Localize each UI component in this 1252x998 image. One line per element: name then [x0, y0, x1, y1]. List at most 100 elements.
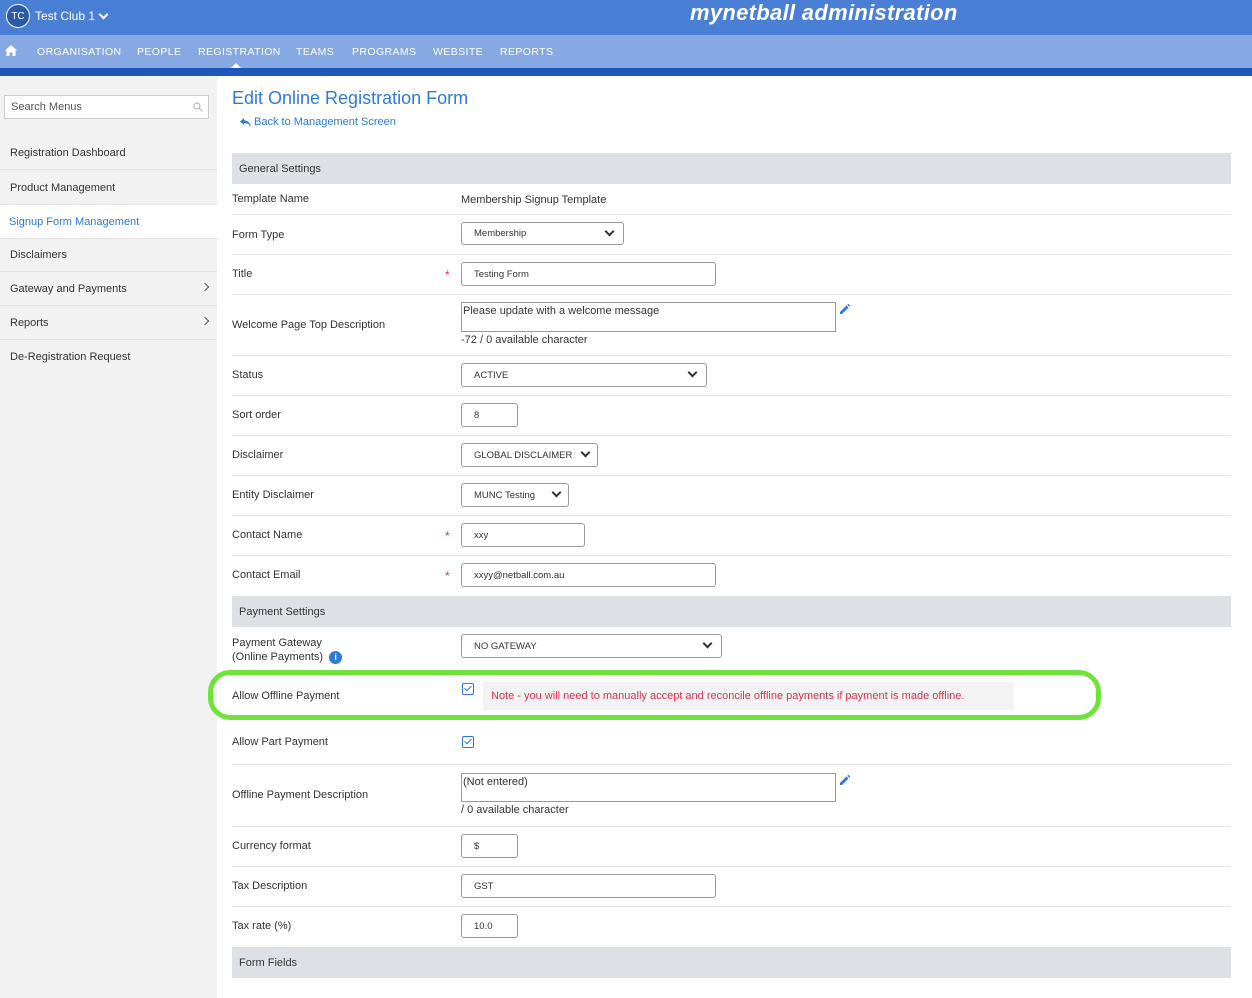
row-currency-format: Currency format $	[232, 827, 1231, 867]
nav-website[interactable]: WEBSITE	[433, 46, 483, 58]
sidebar-item-label: Reports	[10, 316, 49, 329]
field-label: Status	[232, 369, 264, 381]
main-nav: ORGANISATION PEOPLE REGISTRATION TEAMS P…	[0, 35, 1252, 68]
nav-reports[interactable]: REPORTS	[500, 46, 553, 58]
tax-rate-input[interactable]: 10.0	[461, 914, 518, 938]
required-marker: *	[445, 569, 450, 583]
row-title: Title * Testing Form	[232, 255, 1231, 295]
input-value: 8	[474, 409, 480, 421]
status-select[interactable]: ACTIVE	[461, 363, 707, 387]
club-switcher[interactable]: TC Test Club 1	[6, 4, 109, 28]
chevron-right-icon	[200, 316, 210, 326]
page-title: Edit Online Registration Form	[232, 88, 469, 108]
entity-disclaimer-select[interactable]: MUNC Testing	[461, 483, 569, 507]
home-icon[interactable]	[5, 45, 17, 56]
field-label: Disclaimer	[232, 449, 284, 461]
sidebar-item-reports[interactable]: Reports	[0, 306, 217, 340]
search-input[interactable]: Search Menus	[4, 95, 209, 119]
select-value: MUNC Testing	[474, 489, 536, 501]
field-label: Currency format	[232, 840, 311, 852]
field-label: Contact Email	[232, 569, 301, 581]
top-bar: TC Test Club 1 mynetball administration	[0, 0, 1252, 35]
pencil-icon[interactable]	[839, 774, 851, 786]
currency-format-input[interactable]: $	[461, 834, 518, 858]
nav-programs[interactable]: PROGRAMS	[352, 46, 416, 58]
gateway-label-line1: Payment Gateway	[232, 637, 322, 649]
disclaimer-select[interactable]: GLOBAL DISCLAIMER	[461, 443, 598, 467]
sidebar-item-deregistration[interactable]: De-Registration Request	[0, 340, 217, 374]
input-value: $	[474, 840, 480, 852]
textarea-value: Please update with a welcome message	[463, 305, 660, 317]
section-general-settings: General Settings	[232, 153, 1231, 184]
row-tax-description: Tax Description GST	[232, 867, 1231, 907]
field-label: Form Type	[232, 229, 285, 241]
pencil-icon[interactable]	[839, 303, 851, 315]
contact-name-input[interactable]: xxy	[461, 523, 585, 547]
chevron-down-icon	[580, 447, 591, 458]
payment-gateway-select[interactable]: NO GATEWAY	[461, 634, 722, 658]
brand-title: mynetball administration	[690, 0, 958, 25]
chevron-down-icon	[551, 487, 562, 498]
sidebar-item-label: Signup Form Management	[9, 215, 140, 228]
field-label: Welcome Page Top Description	[232, 319, 386, 331]
row-sort-order: Sort order 8	[232, 396, 1231, 436]
section-form-fields: Form Fields	[232, 947, 1231, 978]
chevron-down-icon	[604, 226, 615, 236]
sidebar-item-gateway-payments[interactable]: Gateway and Payments	[0, 272, 217, 306]
row-template-name: Template Name Membership Signup Template	[232, 184, 1231, 215]
row-offline-payment-description: Offline Payment Description (Not entered…	[232, 765, 1231, 827]
offline-desc-char-counter: / 0 available character	[461, 804, 569, 816]
field-label: Title	[232, 268, 253, 280]
nav-organisation[interactable]: ORGANISATION	[37, 46, 122, 58]
input-value: 10.0	[474, 920, 493, 932]
search-placeholder: Search Menus	[11, 101, 82, 113]
nav-people[interactable]: PEOPLE	[137, 46, 181, 58]
avatar: TC	[6, 4, 30, 28]
row-disclaimer: Disclaimer GLOBAL DISCLAIMER	[232, 436, 1231, 476]
sidebar-item-label: De-Registration Request	[10, 351, 131, 363]
field-label: Offline Payment Description	[232, 789, 369, 801]
sidebar-item-signup-form-management[interactable]: Signup Form Management	[0, 205, 217, 239]
nav-teams[interactable]: TEAMS	[296, 46, 334, 58]
form-type-select[interactable]: Membership	[461, 222, 624, 245]
title-input[interactable]: Testing Form	[461, 262, 716, 286]
row-form-type: Form Type Membership	[232, 215, 1231, 255]
select-value: ACTIVE	[474, 369, 509, 381]
sidebar-item-label: Registration Dashboard	[10, 146, 126, 159]
nav-registration[interactable]: REGISTRATION	[198, 46, 281, 58]
sidebar-item-label: Product Management	[10, 181, 116, 194]
field-label: Sort order	[232, 409, 281, 421]
section-title: General Settings	[239, 162, 321, 175]
tax-description-input[interactable]: GST	[461, 874, 716, 898]
sort-order-input[interactable]: 8	[461, 403, 518, 427]
sidebar-item-registration-dashboard[interactable]: Registration Dashboard	[0, 136, 217, 170]
nav-underline	[0, 68, 1252, 76]
field-label: Allow Part Payment	[232, 736, 328, 748]
input-value: xxyy@netball.com.au	[474, 569, 565, 581]
select-value: Membership	[474, 228, 527, 239]
row-contact-name: Contact Name * xxy	[232, 516, 1231, 556]
sidebar-item-disclaimers[interactable]: Disclaimers	[0, 238, 217, 272]
reply-arrow-icon	[240, 117, 251, 127]
offline-description-textarea[interactable]: (Not entered)	[461, 773, 836, 802]
section-payment-settings: Payment Settings	[232, 596, 1231, 627]
required-marker: *	[445, 268, 450, 282]
field-label: Contact Name	[232, 529, 303, 541]
chevron-down-icon	[687, 367, 698, 378]
sidebar: Search Menus Registration Dashboard Prod…	[0, 76, 217, 998]
sidebar-item-product-management[interactable]: Product Management	[0, 171, 217, 205]
template-name-value: Membership Signup Template	[461, 194, 607, 206]
textarea-value: (Not entered)	[463, 776, 528, 788]
highlight-outline	[208, 670, 1101, 720]
contact-email-input[interactable]: xxyy@netball.com.au	[461, 563, 716, 587]
info-icon[interactable]: i	[329, 650, 343, 664]
welcome-description-textarea[interactable]: Please update with a welcome message	[461, 302, 836, 332]
required-marker: *	[445, 529, 450, 543]
allow-part-payment-checkbox[interactable]	[462, 736, 474, 748]
section-title: Form Fields	[239, 956, 298, 969]
back-link[interactable]: Back to Management Screen	[240, 116, 396, 128]
gateway-label-line2: (Online Payments)	[232, 651, 324, 663]
field-label: Payment Gateway (Online Payments) i	[232, 636, 343, 664]
input-value: Testing Form	[474, 268, 529, 280]
row-welcome-description: Welcome Page Top Description Please upda…	[232, 295, 1231, 356]
